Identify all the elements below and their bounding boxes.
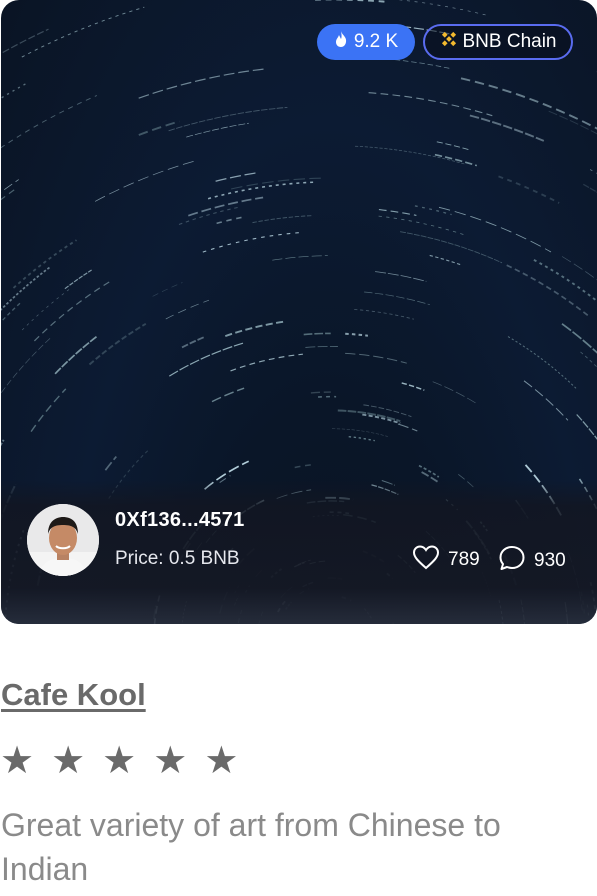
avatar[interactable] (27, 504, 99, 576)
likes-counter[interactable]: 789 (412, 544, 480, 576)
star-icon: ★ (102, 740, 137, 782)
star-icon: ★ (204, 740, 239, 782)
comment-icon (498, 544, 526, 578)
star-icon: ★ (153, 740, 188, 782)
star-rating: ★ ★ ★ ★ ★ (0, 740, 238, 782)
flame-icon (334, 30, 348, 54)
listing-title[interactable]: Cafe Kool (1, 677, 146, 713)
comments-counter[interactable]: 930 (498, 544, 566, 578)
owner-address[interactable]: 0Xf136...4571 (115, 509, 245, 532)
chain-label: BNB Chain (462, 31, 557, 52)
likes-count: 789 (448, 549, 480, 570)
listing-description: Great variety of art from Chinese to Ind… (1, 807, 501, 887)
price-label: Price: 0.5 BNB (115, 548, 240, 569)
chain-badge[interactable]: BNB Chain (423, 24, 573, 60)
views-badge: 9.2 K (317, 24, 415, 60)
comments-count: 930 (534, 550, 566, 571)
star-icon: ★ (51, 740, 86, 782)
bnb-logo-icon (440, 30, 458, 54)
views-count: 9.2 K (353, 31, 399, 52)
heart-icon (412, 544, 440, 576)
star-icon: ★ (0, 740, 35, 782)
